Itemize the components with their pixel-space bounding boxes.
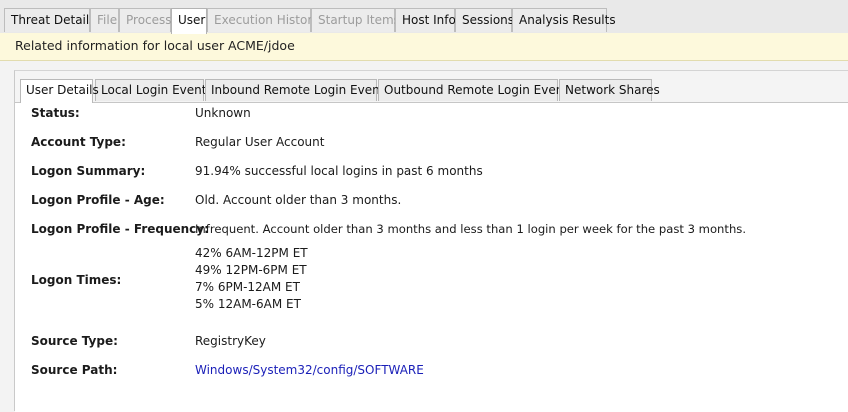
logon-time-entry: 42% 6AM-12PM ET: [195, 246, 308, 260]
logon-time-entry: 7% 6PM-12AM ET: [195, 280, 300, 294]
sub-tab-inbound-remote-login-events[interactable]: Inbound Remote Login Events: [205, 79, 391, 101]
source-path-label: Source Path:: [31, 363, 118, 377]
tab-file: File: [90, 8, 119, 32]
logon-summary-label: Logon Summary:: [31, 164, 146, 178]
status-label: Status:: [31, 106, 80, 120]
logon-times-values: 42% 6AM-12PM ET 49% 12PM-6PM ET 7% 6PM-1…: [195, 245, 308, 313]
context-banner: Related information for local user ACME/…: [0, 33, 848, 61]
source-path-link[interactable]: Windows/System32/config/SOFTWARE: [195, 363, 424, 377]
tab-user[interactable]: User: [171, 8, 207, 34]
logon-times-label: Logon Times:: [31, 273, 122, 287]
user-panel: User Details Local Login Events Inbound …: [14, 70, 848, 412]
tab-analysis-results[interactable]: Analysis Results: [512, 8, 616, 32]
sub-tab-user-details[interactable]: User Details: [20, 79, 99, 103]
sub-tab-outbound-remote-login-events[interactable]: Outbound Remote Login Events: [378, 79, 574, 101]
logon-age-label: Logon Profile - Age:: [31, 193, 165, 207]
tab-process: Process: [119, 8, 172, 32]
logon-frequency-label: Logon Profile - Frequency:: [31, 222, 209, 236]
logon-frequency-value: Infrequent. Account older than 3 months …: [195, 222, 747, 236]
clipped-next-row: [31, 405, 831, 412]
clipped-text-remnant: [31, 406, 831, 412]
logon-time-entry: 5% 12AM-6AM ET: [195, 297, 301, 311]
sub-tab-bar: User Details Local Login Events Inbound …: [15, 71, 848, 103]
logon-age-value: Old. Account older than 3 months.: [195, 193, 402, 207]
banner-text: Related information for local user ACME/…: [15, 38, 295, 53]
status-value: Unknown: [195, 106, 251, 120]
tab-threat-details[interactable]: Threat Details: [4, 8, 95, 32]
account-type-value: Regular User Account: [195, 135, 325, 149]
sub-tab-local-login-events[interactable]: Local Login Events: [95, 79, 213, 101]
user-details-content: Status: Unknown Account Type: Regular Us…: [15, 102, 848, 412]
logon-times-row: Logon Times: 42% 6AM-12PM ET 49% 12PM-6P…: [15, 245, 848, 315]
sub-tab-network-shares[interactable]: Network Shares: [559, 79, 660, 101]
tab-host-info[interactable]: Host Info: [395, 8, 456, 32]
logon-time-entry: 49% 12PM-6PM ET: [195, 263, 307, 277]
source-type-value: RegistryKey: [195, 334, 266, 348]
top-tab-bar: Threat Details File Process User Executi…: [0, 0, 848, 34]
tab-sessions[interactable]: Sessions: [455, 8, 514, 32]
source-type-label: Source Type:: [31, 334, 118, 348]
logon-summary-value: 91.94% successful local logins in past 6…: [195, 164, 483, 178]
account-type-label: Account Type:: [31, 135, 126, 149]
tab-startup-items: Startup Items: [311, 8, 400, 32]
tab-execution-history: Execution History: [207, 8, 319, 32]
